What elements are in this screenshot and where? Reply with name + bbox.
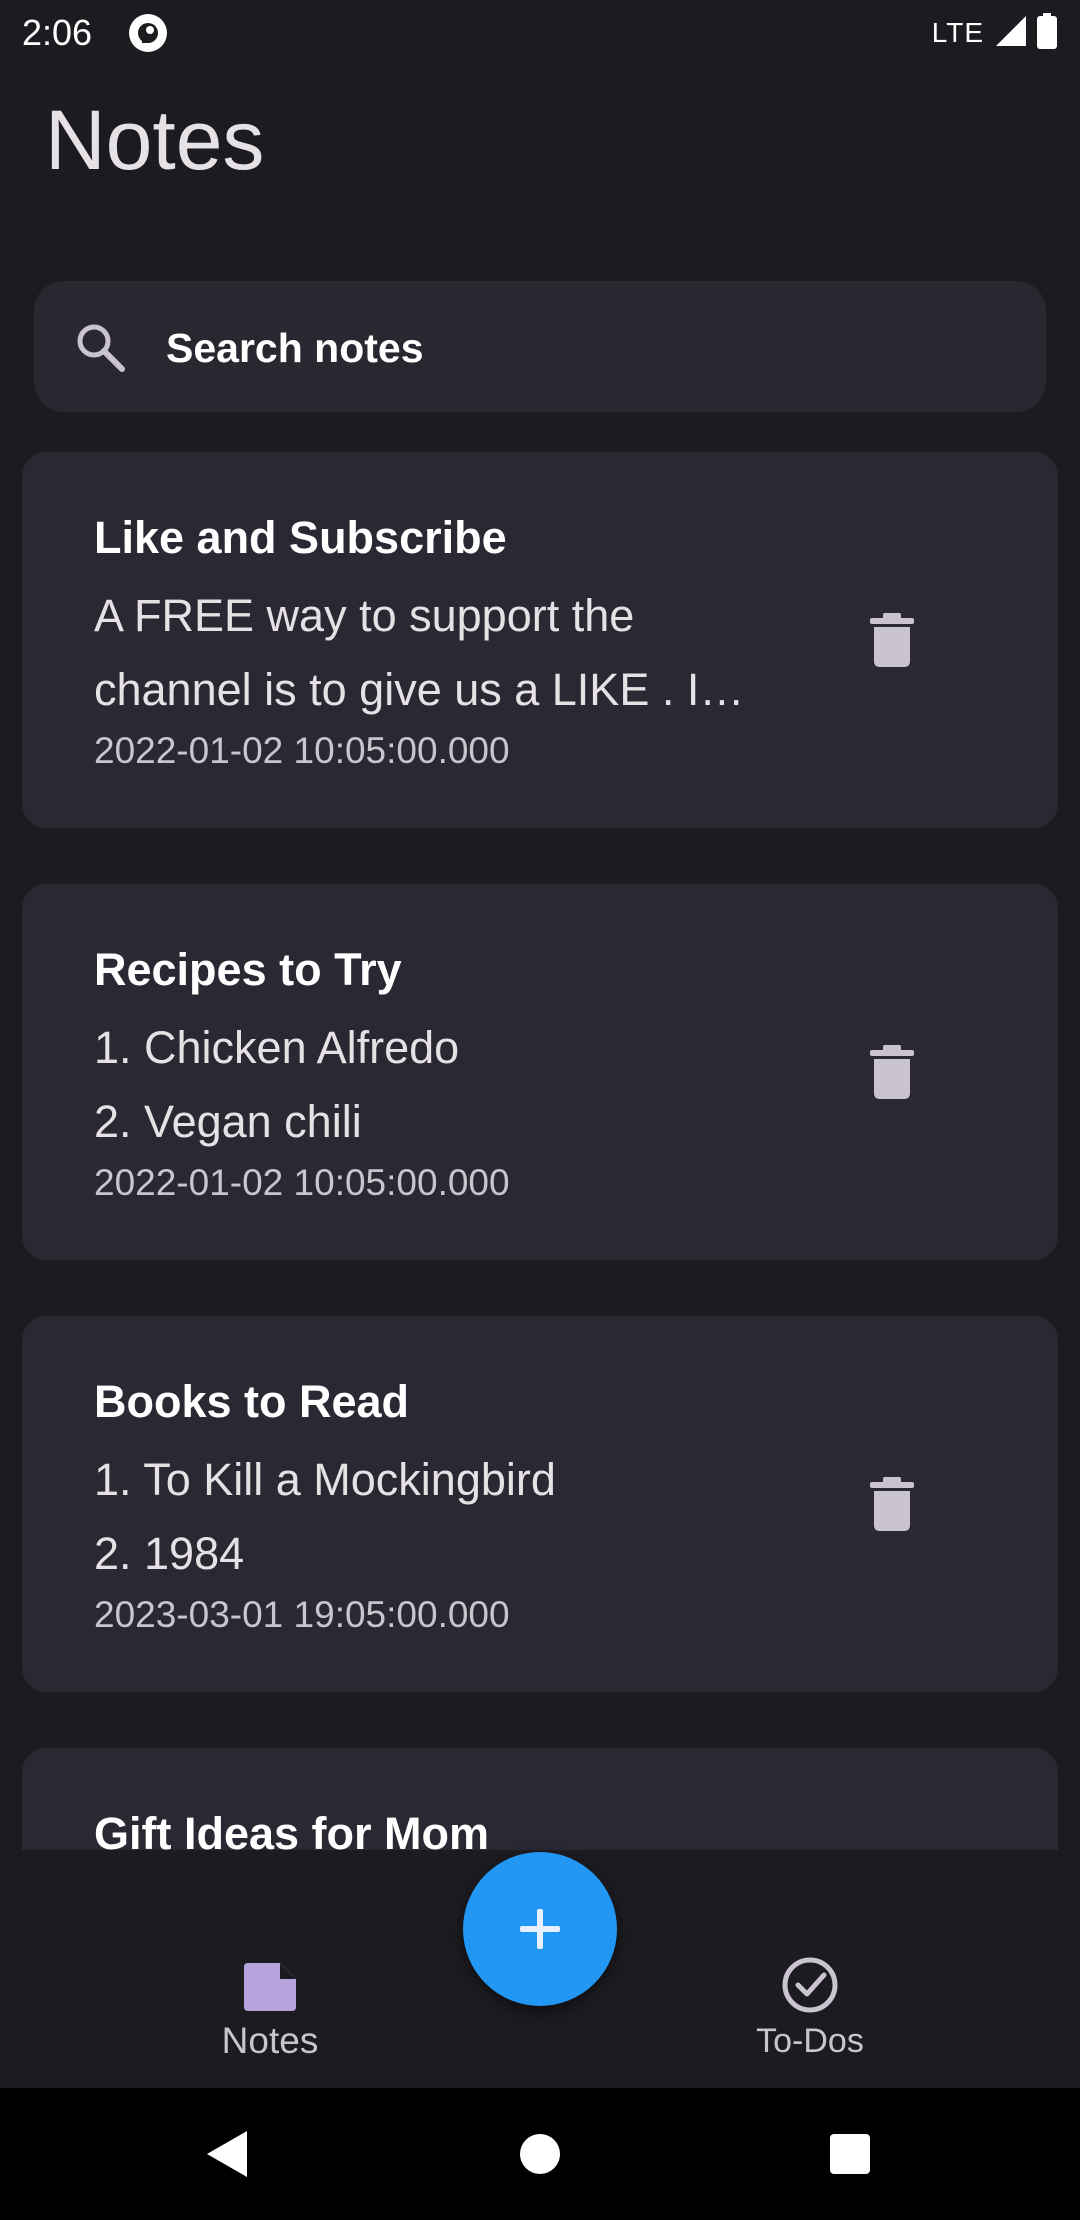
note-date: 2022-01-02 10:05:00.000 (94, 730, 510, 771)
recents-button[interactable] (822, 2126, 878, 2182)
nav-label: To-Dos (756, 2022, 864, 2060)
note-title: Books to Read (94, 1376, 410, 1427)
note-title: Like and Subscribe (94, 512, 507, 563)
system-nav-bar (0, 2088, 1080, 2220)
note-card[interactable]: Like and Subscribe A FREE way to support… (22, 452, 1058, 828)
back-button[interactable] (199, 2126, 255, 2182)
note-body: 1. To Kill a Mockingbird 2. 1984 (94, 1454, 556, 1579)
notes-screen: 2:06 LTE Notes Search notes Like and Sub… (0, 0, 1080, 2220)
note-icon (238, 1955, 302, 2019)
nav-label: Notes (221, 2020, 319, 2061)
note-body: A FREE way to support the channel is to … (94, 590, 745, 715)
note-body: 1. Chicken Alfredo 2. Vegan chili (94, 1022, 460, 1147)
delete-note-button[interactable] (860, 1472, 924, 1536)
note-card[interactable]: Recipes to Try 1. Chicken Alfredo 2. Veg… (22, 884, 1058, 1260)
plus-icon (520, 1909, 560, 1949)
nav-item-notes[interactable]: Notes (120, 1850, 420, 2088)
home-button[interactable] (512, 2126, 568, 2182)
trash-icon (870, 613, 914, 667)
trash-icon (870, 1045, 914, 1099)
nav-item-todos[interactable]: To-Dos (660, 1850, 960, 2088)
trash-icon (870, 1477, 914, 1531)
back-icon (207, 2131, 247, 2177)
note-card[interactable]: Books to Read 1. To Kill a Mockingbird 2… (22, 1316, 1058, 1692)
note-date: 2022-01-02 10:05:00.000 (94, 1162, 510, 1203)
recents-icon (830, 2134, 870, 2174)
delete-note-button[interactable] (860, 608, 924, 672)
note-title: Gift Ideas for Mom (94, 1808, 490, 1850)
home-icon (520, 2134, 560, 2174)
check-circle-icon (778, 1953, 842, 2017)
add-note-button[interactable] (463, 1852, 617, 2006)
note-date: 2023-03-01 19:05:00.000 (94, 1594, 510, 1635)
note-title: Recipes to Try (94, 944, 402, 995)
delete-note-button[interactable] (860, 1040, 924, 1104)
notes-list: Like and Subscribe A FREE way to support… (0, 0, 1080, 1850)
note-card[interactable]: Gift Ideas for Mom (22, 1748, 1058, 1850)
